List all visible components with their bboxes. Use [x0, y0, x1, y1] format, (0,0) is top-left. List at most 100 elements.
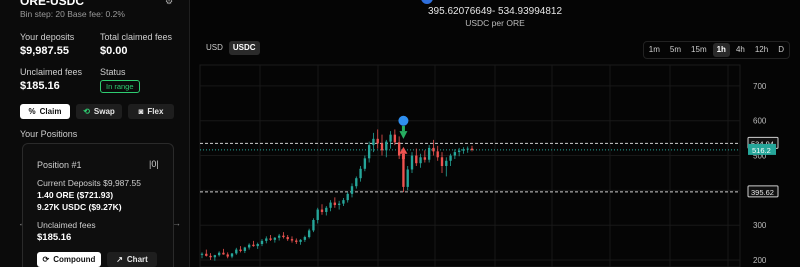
candle-body [239, 249, 242, 251]
current-price-label: 516.2 [752, 146, 771, 155]
candle-body [269, 238, 272, 240]
candle-body [389, 134, 392, 142]
chart-panel: 395.62076649- 534.93994812 USDC per ORE … [190, 0, 800, 267]
flex-button-label: Flex [147, 107, 164, 116]
candle-body [260, 240, 264, 245]
compound-button-label: Compound [53, 255, 96, 264]
camera-icon: ◙ [138, 106, 144, 116]
candle-body [436, 151, 439, 158]
status-badge-label: In range [106, 82, 134, 91]
position-card: Position #1 |0| Current Deposits $9,987.… [22, 143, 174, 267]
swap-icon: ⟲ [83, 106, 90, 116]
compound-button[interactable]: ⟳ Compound [37, 252, 101, 267]
green-arrow-stem [401, 125, 405, 132]
position-unclaimed-label: Unclaimed fees [37, 220, 96, 230]
plot-area [199, 64, 741, 267]
candle-body [290, 239, 294, 241]
your-deposits-value: $9,987.55 [20, 45, 69, 57]
candle-body [325, 207, 328, 212]
candle-body [410, 155, 414, 170]
candle-body [372, 138, 375, 146]
claim-button[interactable]: % Claim [20, 104, 70, 119]
percent-icon: % [28, 106, 36, 116]
position-menu-icon[interactable]: |0| [149, 159, 159, 169]
candle-body [406, 169, 409, 187]
chart-button-label: Chart [126, 255, 148, 264]
price-chart[interactable]: 700600500400300200534.94395.62516.2 [190, 0, 800, 267]
candle-body [299, 239, 302, 242]
candle-body [337, 203, 341, 206]
chart-line-icon: ↗ [116, 254, 123, 264]
candle-body [346, 193, 349, 201]
red-arrow-up-icon [399, 146, 408, 154]
candle-body [363, 158, 367, 169]
candle-body [277, 235, 281, 238]
swap-button-label: Swap [93, 107, 115, 116]
candle-body [359, 168, 362, 179]
candle-body [205, 253, 208, 256]
candle-body [466, 148, 469, 150]
candle-body [209, 255, 212, 258]
candle-body [230, 253, 234, 257]
candle-body [449, 155, 452, 161]
unclaimed-fees-value: $185.16 [20, 80, 60, 92]
candle-body [282, 235, 285, 238]
candle-body [402, 155, 405, 187]
blue-marker-icon [398, 115, 409, 126]
flex-button[interactable]: ◙ Flex [128, 104, 174, 119]
refresh-icon: ⟳ [42, 254, 50, 264]
candle-body [350, 186, 354, 194]
candle-body [320, 209, 324, 212]
status-label: Status [100, 67, 126, 77]
candle-body [222, 252, 225, 255]
candle-body [470, 148, 474, 150]
candle-body [243, 247, 247, 251]
y-tick-label: 300 [753, 221, 767, 230]
pair-title: ORE-USDC [20, 0, 85, 8]
red-arrow-stem [401, 153, 405, 160]
chart-button[interactable]: ↗ Chart [107, 252, 157, 267]
candle-body [385, 141, 388, 151]
position-ore-amount: 1.40 ORE ($721.93) [37, 190, 114, 200]
candle-body [393, 134, 397, 143]
position-title: Position #1 [37, 160, 82, 170]
candle-body [329, 202, 332, 208]
candle-body [427, 147, 431, 160]
total-claimed-value: $0.00 [100, 45, 128, 57]
candle-body [423, 157, 427, 160]
candle-body [440, 157, 444, 166]
candle-body [419, 157, 422, 164]
candle-body [213, 255, 217, 258]
settings-icon[interactable]: ⚙ [165, 0, 173, 7]
position-usdc-amount: 9.27K USDC ($9.27K) [37, 202, 122, 212]
candle-body [217, 252, 221, 256]
candle-body [316, 209, 319, 220]
swap-button[interactable]: ⟲ Swap [76, 104, 122, 119]
unclaimed-fees-label: Unclaimed fees [20, 67, 83, 77]
candle-body [432, 147, 435, 152]
y-tick-label: 200 [753, 256, 767, 265]
candle-body [453, 152, 457, 156]
total-claimed-label: Total claimed fees [100, 32, 173, 42]
candle-body [380, 143, 384, 151]
candle-body [376, 138, 379, 144]
candle-body [252, 244, 255, 247]
y-tick-label: 700 [753, 82, 767, 91]
candle-body [462, 149, 465, 151]
lower-range-line-label: 395.62 [751, 188, 774, 197]
candle-body [235, 249, 238, 254]
y-tick-label: 600 [753, 117, 767, 126]
position-unclaimed-value: $185.16 [37, 232, 72, 243]
candle-body [312, 219, 315, 231]
candle-body [303, 237, 307, 240]
candle-body [367, 145, 371, 159]
candle-body [226, 254, 229, 257]
candle-body [307, 230, 311, 238]
your-positions-heading: Your Positions [20, 129, 78, 139]
position-current-deposits: Current Deposits $9,987.55 [37, 178, 141, 188]
candle-body [273, 237, 277, 240]
candle-body [415, 155, 418, 164]
candle-body [333, 202, 337, 206]
candle-body [342, 200, 345, 204]
candle-body [445, 160, 448, 166]
